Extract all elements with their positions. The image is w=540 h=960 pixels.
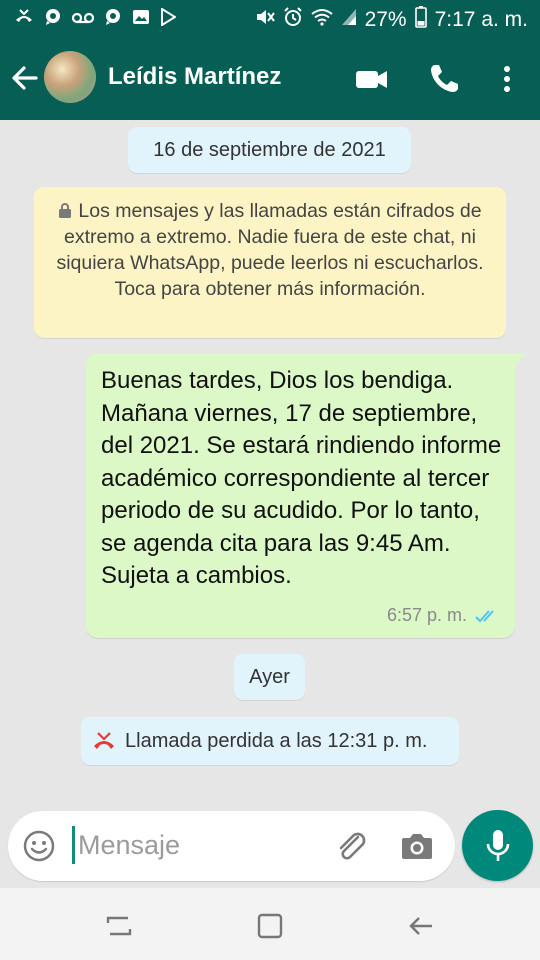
chat-bubble-notification-icon: [44, 8, 62, 31]
video-call-icon[interactable]: [354, 61, 390, 97]
camera-icon[interactable]: [400, 831, 434, 861]
home-icon[interactable]: [256, 912, 286, 940]
android-nav-bar: [0, 888, 540, 960]
battery-icon: [414, 6, 427, 34]
double-check-read-icon: [475, 609, 494, 622]
missed-call-icon: [94, 732, 114, 749]
play-store-icon: [160, 7, 177, 31]
emoji-icon[interactable]: [23, 830, 55, 862]
date-chip: 16 de septiembre de 2021: [128, 127, 411, 173]
chat-bubble-notification-icon-2: [104, 8, 122, 31]
missed-call-notice[interactable]: Llamada perdida a las 12:31 p. m.: [81, 717, 459, 765]
wifi-icon: [310, 8, 333, 32]
outgoing-message-bubble[interactable]: Buenas tardes, Dios los bendiga. Mañana …: [86, 353, 527, 638]
contact-name[interactable]: Leídis Martínez: [108, 63, 281, 91]
message-input[interactable]: [78, 825, 318, 865]
status-bar: 27% 7:17 a. m.: [0, 0, 540, 37]
back-arrow-icon[interactable]: [10, 61, 38, 95]
message-text: Buenas tardes, Dios los bendiga. Mañana …: [101, 367, 502, 589]
notification-icons: [14, 7, 177, 31]
chat-header: Leídis Martínez: [0, 37, 540, 120]
voice-message-button[interactable]: [462, 810, 533, 881]
attach-icon[interactable]: [334, 829, 370, 865]
voicemail-icon: [71, 10, 95, 30]
clock: 7:17 a. m.: [434, 8, 528, 31]
message-time: 6:57 p. m.: [386, 605, 467, 625]
alarm-icon: [283, 7, 303, 33]
missed-call-notification-icon: [14, 8, 34, 31]
missed-call-text: Llamada perdida a las 12:31 p. m.: [125, 729, 428, 752]
date-chip-yesterday: Ayer: [234, 654, 305, 700]
more-options-icon[interactable]: [492, 61, 528, 97]
system-status: 27% 7:17 a. m.: [255, 6, 528, 34]
nav-back-icon[interactable]: [406, 912, 436, 940]
contact-avatar[interactable]: [44, 51, 96, 103]
battery-percentage: 27%: [364, 8, 407, 31]
signal-icon: [341, 8, 357, 32]
voice-call-icon[interactable]: [426, 61, 462, 97]
mute-icon: [255, 8, 275, 32]
encryption-notice[interactable]: Los mensajes y las llamadas están cifrad…: [34, 187, 506, 338]
lock-icon: [59, 203, 72, 218]
message-meta: 6:57 p. m.: [387, 605, 501, 626]
chat-area[interactable]: 16 de septiembre de 2021 Los mensajes y …: [0, 120, 540, 810]
encryption-notice-text: Los mensajes y las llamadas están cifrad…: [56, 200, 484, 300]
microphone-icon: [486, 830, 510, 861]
text-cursor: [72, 826, 75, 864]
message-composer[interactable]: [8, 811, 455, 881]
recent-apps-icon[interactable]: [104, 912, 134, 940]
image-notification-icon: [132, 9, 150, 30]
